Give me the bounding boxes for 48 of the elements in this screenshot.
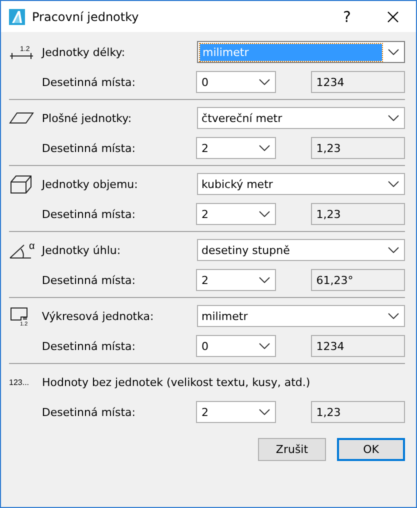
decimal-places-label: Desetinná místa: bbox=[42, 274, 136, 286]
unit-label: Jednotky délky: bbox=[42, 46, 126, 58]
chevron-icon bbox=[259, 211, 270, 217]
decimal-places-label: Desetinná místa: bbox=[42, 406, 136, 418]
unit-dropdown[interactable]: milimetr bbox=[196, 305, 405, 327]
unit-label: Jednotky objemu: bbox=[42, 178, 139, 190]
chevron-icon bbox=[259, 277, 270, 283]
dialog-button[interactable]: Zrušit bbox=[258, 438, 326, 461]
chevron-icon bbox=[259, 145, 270, 151]
close-icon bbox=[387, 10, 399, 22]
chevron-icon bbox=[259, 343, 270, 349]
decimals-dropdown[interactable]: 2 bbox=[196, 269, 276, 291]
unit-dropdown[interactable]: desetiny stupně bbox=[196, 239, 405, 261]
app-logo-icon bbox=[9, 8, 25, 24]
chevron-icon bbox=[388, 247, 399, 253]
decimals-dropdown[interactable]: 2 bbox=[196, 203, 276, 225]
help-button[interactable]: ? bbox=[324, 1, 370, 32]
decimal-places-label: Desetinná místa: bbox=[42, 142, 136, 154]
preview-field: 1234 bbox=[311, 71, 405, 93]
decimal-places-label: Desetinná místa: bbox=[42, 76, 136, 88]
chevron-icon bbox=[259, 79, 270, 85]
unit-dropdown[interactable]: čtvereční metr bbox=[196, 107, 405, 129]
preview-field: 1234 bbox=[311, 335, 405, 357]
chevron-icon bbox=[388, 313, 399, 319]
unit-dropdown[interactable]: kubický metr bbox=[196, 173, 405, 195]
chevron-icon bbox=[388, 115, 399, 121]
decimals-dropdown[interactable]: 2 bbox=[196, 137, 276, 159]
decimals-dropdown[interactable]: 0 bbox=[196, 71, 276, 93]
numbers-icon: 123... bbox=[9, 378, 30, 386]
chevron-icon bbox=[388, 49, 399, 55]
unit-label: Hodnoty bez jednotek (velikost textu, kusy, atd.) bbox=[42, 376, 310, 388]
preview-field: 1,23 bbox=[311, 203, 405, 225]
unit-label: Jednotky úhlu: bbox=[42, 244, 122, 256]
preview-field: 1,23 bbox=[311, 401, 405, 423]
dialog-button[interactable]: OK bbox=[337, 438, 405, 461]
chevron-icon bbox=[388, 181, 399, 187]
unit-label: Plošné jednotky: bbox=[42, 112, 133, 124]
unit-label: Výkresová jednotka: bbox=[42, 310, 155, 322]
box-icon bbox=[9, 174, 33, 194]
decimals-dropdown[interactable]: 2 bbox=[196, 401, 276, 423]
preview-field: 1,23 bbox=[311, 137, 405, 159]
parallelogram-icon bbox=[9, 111, 35, 125]
chevron-icon bbox=[259, 409, 270, 415]
preview-field: 61,23° bbox=[311, 269, 405, 291]
decimals-dropdown[interactable]: 0 bbox=[196, 335, 276, 357]
decimal-places-label: Desetinná místa: bbox=[42, 208, 136, 220]
window-title: Pracovní jednotky bbox=[32, 10, 140, 24]
decimal-places-label: Desetinná místa: bbox=[42, 340, 136, 352]
